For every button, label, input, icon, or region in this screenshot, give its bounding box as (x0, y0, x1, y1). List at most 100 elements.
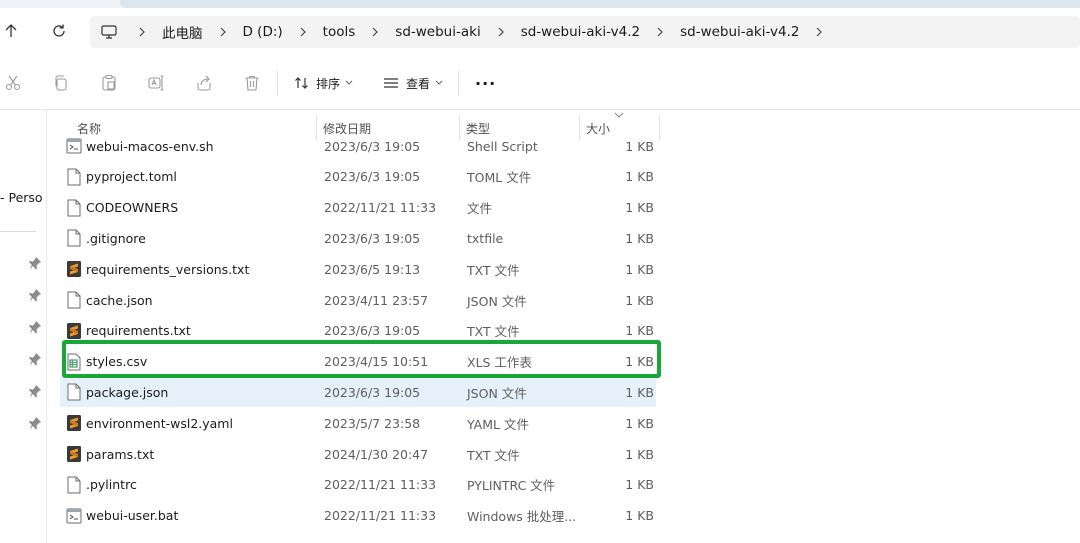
file-name: webui-user.bat (86, 508, 179, 524)
file-name: requirements.txt (86, 323, 191, 339)
file-type: TOML 文件 (467, 170, 532, 186)
file-date: 2023/4/11 23:57 (324, 292, 429, 308)
chevron-right-icon[interactable] (365, 27, 385, 37)
chevron-right-icon[interactable] (650, 27, 670, 37)
file-name: cache.json (86, 292, 153, 308)
file-size: 1 KB (625, 230, 654, 246)
file-row[interactable]: .gitignore 2023/6/3 19:05 txtfile 1 KB (60, 223, 656, 253)
file-row[interactable]: requirements_versions.txt 2023/6/5 19:13 T… (60, 254, 656, 284)
file-date: 2023/5/7 23:58 (324, 415, 421, 431)
refresh-button[interactable] (48, 20, 70, 42)
sort-button[interactable]: 排序 (294, 71, 353, 95)
file-icon (66, 383, 82, 401)
view-list-icon (384, 78, 398, 88)
file-row[interactable]: pyproject.toml 2023/6/3 19:05 TOML 文件 1 KB (60, 162, 656, 192)
copy-button[interactable] (50, 72, 72, 94)
address-row: 此电脑 D (D:) tools sd-webui-aki sd-webui-a… (0, 8, 1080, 56)
clipboard-icon (102, 74, 116, 91)
file-date: 2022/11/21 11:33 (324, 200, 437, 216)
file-row[interactable]: webui-user.bat 2022/11/21 11:33 Windows 批处… (60, 501, 656, 531)
pin-icon[interactable] (28, 352, 42, 366)
file-size: 1 KB (625, 138, 654, 154)
chevron-down-icon (345, 80, 353, 85)
rename-icon (148, 75, 164, 91)
chevron-right-icon[interactable] (491, 27, 511, 37)
nav-item-personal[interactable]: - Perso (0, 190, 43, 205)
file-name: .gitignore (86, 230, 146, 246)
file-name: params.txt (86, 446, 155, 462)
chevron-right-icon[interactable] (293, 27, 313, 37)
file-type: 文件 (467, 201, 493, 217)
file-type: TXT 文件 (467, 447, 520, 463)
breadcrumb: 此电脑 D (D:) tools sd-webui-aki sd-webui-a… (100, 16, 835, 48)
pin-icon[interactable] (28, 256, 42, 270)
pin-icon[interactable] (28, 416, 42, 430)
address-bar[interactable]: 此电脑 D (D:) tools sd-webui-aki sd-webui-a… (90, 16, 1080, 48)
file-row[interactable]: environment-wsl2.yaml 2023/5/7 23:58 YAML … (60, 408, 656, 438)
chevron-right-icon[interactable] (132, 27, 152, 37)
file-size: 1 KB (625, 415, 654, 431)
breadcrumb-sd-webui-aki[interactable]: sd-webui-aki (391, 24, 484, 40)
more-options-button[interactable]: ··· (475, 71, 496, 95)
file-date: 2023/4/15 10:51 (324, 354, 429, 370)
breadcrumb-sd-webui-aki-v4-2[interactable]: sd-webui-aki-v4.2 (517, 24, 644, 40)
computer-icon[interactable] (100, 23, 118, 41)
chevron-right-icon[interactable] (213, 27, 233, 37)
file-date: 2022/11/21 11:33 (324, 508, 437, 524)
sublime-file-icon (66, 322, 82, 340)
delete-button[interactable] (241, 72, 263, 94)
sublime-file-icon (66, 260, 82, 278)
file-row[interactable]: .pylintrc 2022/11/21 11:33 PYLINTRC 文件 1 KB (60, 470, 656, 500)
file-icon (66, 199, 82, 217)
copy-icon (55, 75, 67, 91)
pin-icon[interactable] (28, 288, 42, 302)
file-date: 2023/6/3 19:05 (324, 169, 421, 185)
cut-button[interactable] (2, 72, 24, 94)
breadcrumb-this-pc[interactable]: 此电脑 (158, 22, 207, 42)
tab-edge (120, 0, 1080, 8)
file-list: 名称 修改日期 类型 大小 webui-macos-env.sh 2023/6/3… (47, 110, 1080, 543)
file-type: Shell Script (467, 138, 538, 154)
breadcrumb-drive-d[interactable]: D (D:) (239, 24, 287, 40)
file-row[interactable]: package.json 2023/6/3 19:05 JSON 文件 1 KB (60, 377, 656, 408)
share-button[interactable] (193, 72, 215, 94)
file-date: 2022/11/21 11:33 (324, 477, 437, 493)
file-date: 2023/6/3 19:05 (324, 138, 421, 154)
more-options-label: ··· (475, 73, 497, 93)
file-size: 1 KB (625, 354, 654, 370)
file-row[interactable]: styles.csv 2023/4/15 10:51 XLS 工作表 1 KB (60, 347, 656, 377)
paste-button[interactable] (98, 72, 120, 94)
file-name: .pylintrc (86, 477, 137, 493)
pin-icon[interactable] (28, 320, 42, 334)
file-row[interactable]: webui-macos-env.sh 2023/6/3 19:05 Shell Sc… (60, 131, 656, 161)
file-size: 1 KB (625, 292, 654, 308)
navigation-pane: - Perso (0, 110, 47, 543)
breadcrumb-sd-webui-aki-v4-2-inner[interactable]: sd-webui-aki-v4.2 (676, 24, 803, 40)
file-row[interactable]: cache.json 2023/4/11 23:57 JSON 文件 1 KB (60, 285, 656, 315)
chevron-right-icon[interactable] (809, 27, 829, 37)
file-type: JSON 文件 (467, 385, 527, 401)
pin-icon[interactable] (28, 384, 42, 398)
rename-button[interactable] (145, 72, 167, 94)
file-name: webui-macos-env.sh (86, 138, 214, 154)
breadcrumb-tools[interactable]: tools (319, 24, 360, 40)
up-button[interactable] (0, 20, 22, 42)
sort-descending-icon (614, 112, 624, 118)
sublime-file-icon (66, 445, 82, 463)
file-name: pyproject.toml (86, 169, 177, 185)
file-type: PYLINTRC 文件 (467, 478, 556, 494)
file-size: 1 KB (625, 508, 654, 524)
file-row[interactable]: CODEOWNERS 2022/11/21 11:33 文件 1 KB (60, 193, 656, 223)
script-file-icon (66, 137, 82, 155)
file-date: 2023/6/5 19:13 (324, 261, 421, 277)
sublime-file-icon (66, 414, 82, 432)
view-button[interactable]: 查看 (383, 71, 443, 95)
column-divider[interactable] (659, 114, 660, 140)
file-type: Windows 批处理... (467, 509, 577, 525)
file-size: 1 KB (625, 384, 654, 400)
file-row[interactable]: requirements.txt 2023/6/3 19:05 TXT 文件 1 KB (60, 316, 656, 346)
chevron-down-icon (435, 80, 443, 85)
file-size: 1 KB (625, 261, 654, 277)
file-row[interactable]: params.txt 2024/1/30 20:47 TXT 文件 1 KB (60, 439, 656, 469)
file-name: styles.csv (86, 354, 148, 370)
